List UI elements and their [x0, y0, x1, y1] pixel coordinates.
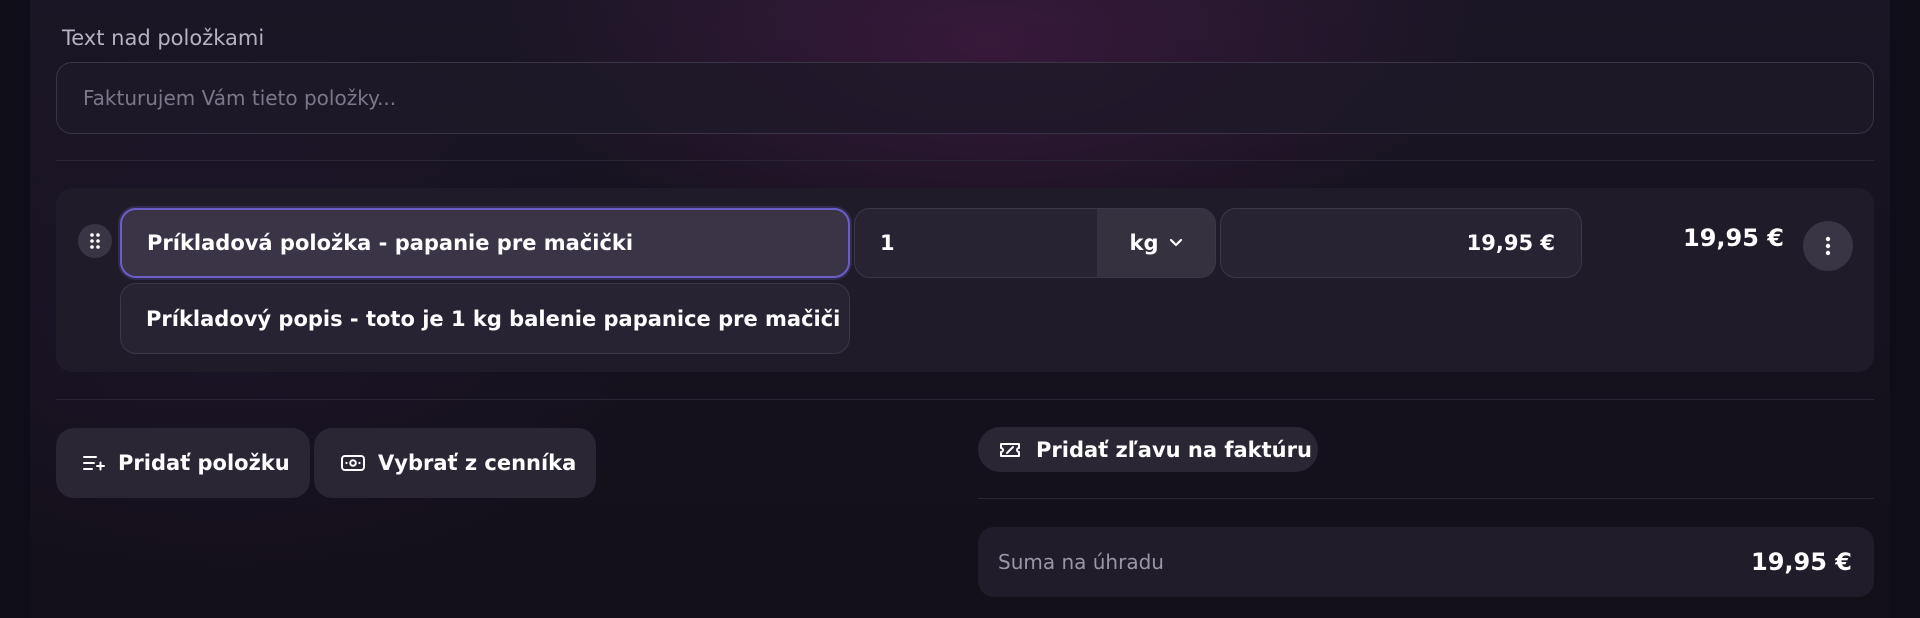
- list-add-icon: [82, 453, 106, 473]
- summary-divider: [978, 498, 1874, 499]
- add-item-button[interactable]: Pridať položku: [56, 428, 310, 498]
- intro-text-label: Text nad položkami: [62, 26, 265, 50]
- item-description-value: Príkladový popis - toto je 1 kg balenie …: [146, 306, 841, 331]
- chevron-down-icon: [1169, 238, 1183, 248]
- section-divider: [56, 399, 1874, 400]
- item-name-value: Príkladová položka - papanie pre mačički: [147, 231, 634, 255]
- total-due-label: Suma na úhradu: [998, 550, 1164, 574]
- price-list-label: Vybrať z cenníka: [378, 451, 577, 475]
- price-list-button[interactable]: Vybrať z cenníka: [314, 428, 596, 498]
- add-item-label: Pridať položku: [118, 451, 290, 475]
- item-description-input[interactable]: Príkladový popis - toto je 1 kg balenie …: [120, 283, 850, 354]
- section-divider: [56, 160, 1874, 161]
- add-discount-button[interactable]: Pridať zľavu na faktúru: [978, 427, 1318, 472]
- item-quantity-input[interactable]: 1: [855, 231, 1097, 255]
- item-unit-value: kg: [1129, 231, 1159, 255]
- total-due-value: 19,95 €: [1751, 548, 1852, 576]
- item-unit-price-input[interactable]: 19,95 €: [1220, 208, 1582, 278]
- banknote-icon: [340, 454, 366, 472]
- item-unit-select[interactable]: kg: [1097, 209, 1215, 277]
- ticket-icon: [998, 440, 1022, 460]
- intro-text-input[interactable]: Fakturujem Vám tieto položky...: [56, 62, 1874, 134]
- item-total: 19,95 €: [1683, 224, 1784, 252]
- item-quantity-field: 1 kg: [854, 208, 1216, 278]
- item-name-input[interactable]: Príkladová položka - papanie pre mačički: [120, 208, 850, 278]
- drag-handle-icon[interactable]: [78, 224, 112, 258]
- item-unit-price-value: 19,95 €: [1466, 231, 1555, 255]
- add-discount-label: Pridať zľavu na faktúru: [1036, 437, 1312, 462]
- more-vertical-icon[interactable]: [1803, 221, 1853, 271]
- total-due-box: Suma na úhradu 19,95 €: [978, 527, 1874, 597]
